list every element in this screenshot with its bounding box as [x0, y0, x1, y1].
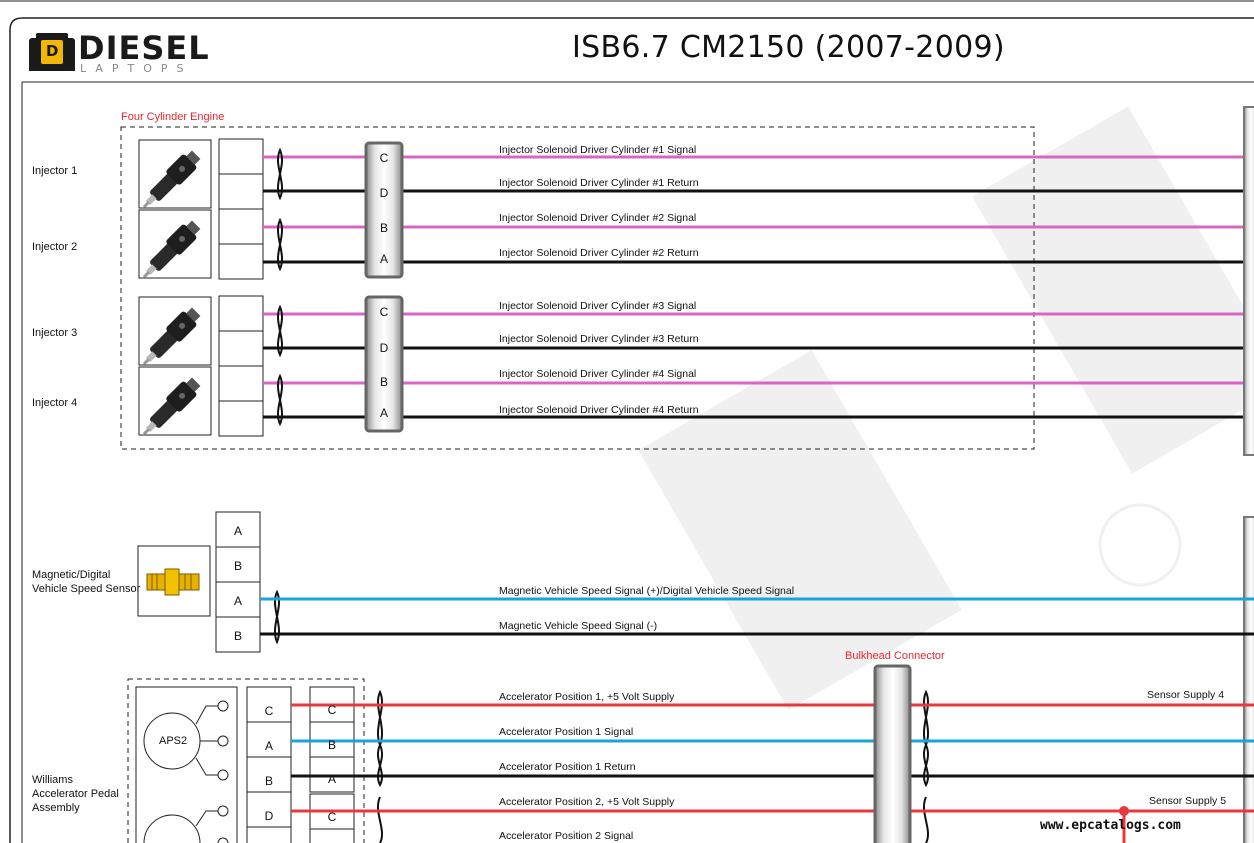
injector-3-label: Injector 3 [32, 327, 78, 339]
pin: C [327, 810, 337, 824]
injector-1-icon [136, 139, 212, 215]
ecm-connector-1 [1243, 106, 1254, 456]
page-title: ISB6.7 CM2150 (2007-2009) [572, 30, 1005, 65]
injector-2-label: Injector 2 [32, 241, 78, 253]
pin: B [264, 774, 273, 788]
pin: B [379, 375, 388, 389]
ecm-connector-2 [1243, 516, 1254, 843]
signal-label: Accelerator Position 1 Signal [499, 726, 634, 738]
wiring-diagram [0, 0, 1254, 843]
signal-label: Accelerator Position 1 Return [499, 761, 636, 773]
injector-4-label: Injector 4 [32, 397, 78, 409]
injector-4-icon [136, 366, 212, 442]
pin: D [264, 809, 274, 823]
injector-3-icon [136, 296, 212, 372]
background-watermark [638, 106, 1254, 710]
pin: B [379, 221, 388, 235]
signal-label: Injector Solenoid Driver Cylinder #4 Ret… [499, 404, 699, 416]
signal-label: Injector Solenoid Driver Cylinder #2 Ret… [499, 247, 699, 259]
pin: C [327, 703, 337, 717]
bulkhead-connector [873, 664, 912, 843]
aps2-label: APS2 [159, 735, 188, 747]
pin: A [379, 252, 388, 266]
engine-group-label: Four Cylinder Engine [121, 111, 225, 123]
pin: B [233, 559, 242, 573]
pedal-label-line2: Accelerator Pedal [32, 788, 119, 800]
injector-terminals [218, 138, 264, 437]
signal-label: Magnetic Vehicle Speed Signal (+)/Digita… [499, 585, 795, 597]
pin: D [379, 341, 389, 355]
signal-label: Accelerator Position 1, +5 Volt Supply [499, 691, 675, 703]
logo-badge-letter: D [46, 42, 59, 60]
vss-label-line2: Vehicle Speed Sensor [32, 583, 141, 595]
signal-label: Sensor Supply 5 [1149, 795, 1227, 807]
bulkhead-label: Bulkhead Connector [845, 650, 945, 662]
injector-2-icon [136, 209, 212, 285]
splice-point [1119, 806, 1129, 816]
logo-subtext: LAPTOPS [80, 62, 193, 75]
signal-label: Injector Solenoid Driver Cylinder #1 Sig… [499, 144, 697, 156]
pin: C [379, 151, 389, 165]
pedal-label-line3: Assembly [32, 802, 80, 814]
footer-url: www.epcatalogs.com [1040, 818, 1181, 833]
pin: B [327, 738, 336, 752]
signal-label: Magnetic Vehicle Speed Signal (-) [499, 620, 658, 632]
pin: A [379, 406, 388, 420]
signal-label: Injector Solenoid Driver Cylinder #2 Sig… [499, 212, 697, 224]
injector-1-label: Injector 1 [32, 165, 78, 177]
pin: C [264, 704, 274, 718]
pedal-label-line1: Williams [32, 774, 73, 786]
pin: D [379, 186, 389, 200]
vss-label-line1: Magnetic/Digital [32, 569, 111, 581]
signal-label: Injector Solenoid Driver Cylinder #4 Sig… [499, 368, 697, 380]
pin: C [379, 305, 389, 319]
pin: A [233, 594, 242, 608]
signal-label: Injector Solenoid Driver Cylinder #1 Ret… [499, 177, 699, 189]
pin: A [327, 772, 336, 786]
signal-label: Accelerator Position 2 Signal [499, 830, 634, 842]
signal-label: Injector Solenoid Driver Cylinder #3 Sig… [499, 300, 697, 312]
logo-text: DIESEL [78, 29, 210, 67]
signal-label: Sensor Supply 4 [1147, 689, 1225, 701]
pin: A [264, 739, 273, 753]
pin: A [233, 524, 242, 538]
signal-label: Injector Solenoid Driver Cylinder #3 Ret… [499, 333, 699, 345]
signal-label: Accelerator Position 2, +5 Volt Supply [499, 796, 675, 808]
pin: B [233, 629, 242, 643]
